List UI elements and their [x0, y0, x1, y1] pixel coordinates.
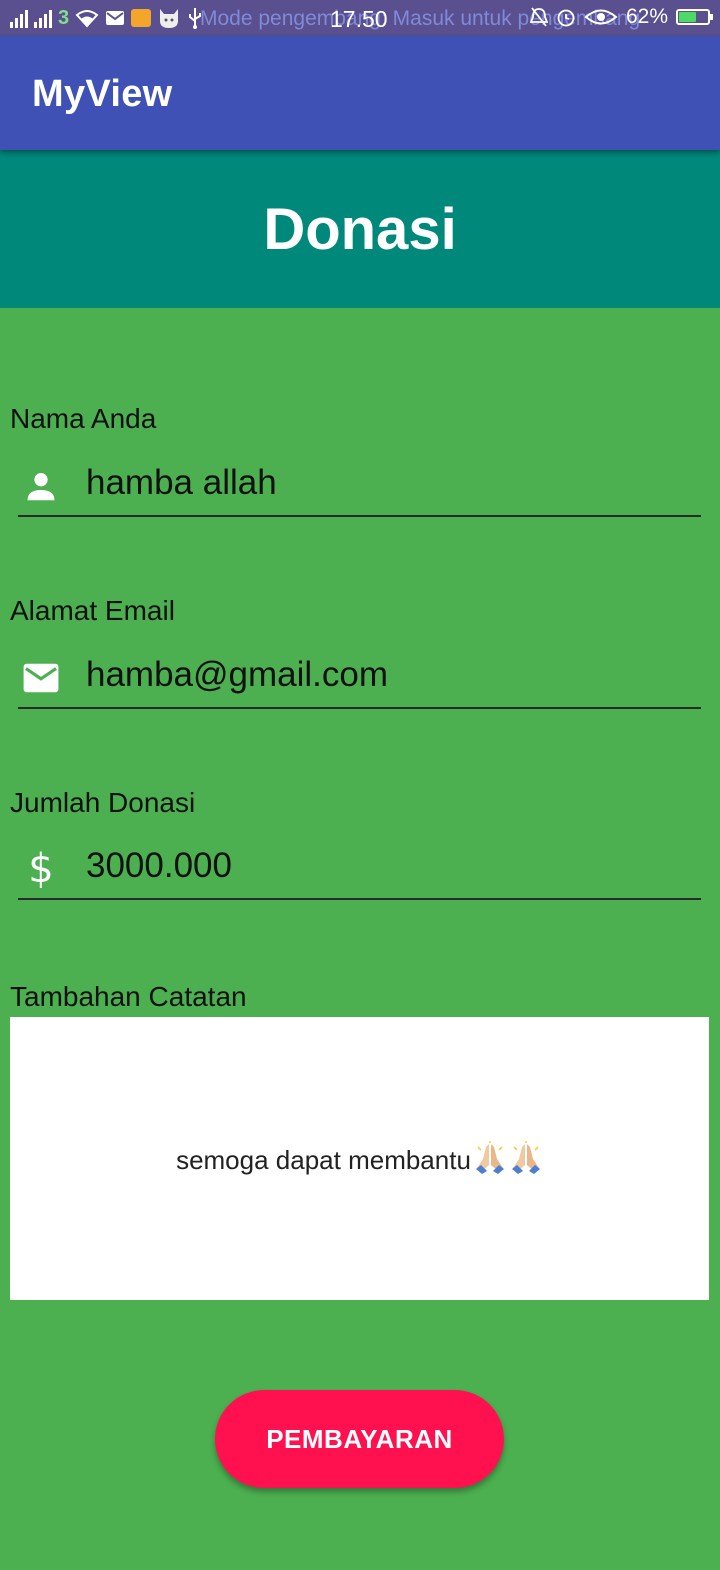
alarm-icon — [557, 9, 575, 27]
email-icon — [22, 659, 60, 697]
dollar-icon: $ — [28, 846, 54, 892]
status-bar: 3 Mode pengembang: Masuk untuk pengemban… — [0, 0, 720, 36]
amount-field[interactable]: $ 3000.000 — [18, 838, 701, 900]
cat-app-icon — [160, 9, 179, 28]
praying-hands-icon — [475, 1141, 504, 1174]
app-bar: MyView — [0, 36, 720, 150]
battery-percent: 62% — [625, 5, 668, 28]
email-field[interactable]: hamba@gmail.com — [18, 647, 701, 709]
person-icon — [22, 467, 60, 505]
email-input[interactable]: hamba@gmail.com — [86, 655, 388, 695]
app-notification-icon — [131, 9, 152, 27]
email-label: Alamat Email — [10, 595, 175, 626]
mobile-signal-icon — [34, 8, 52, 28]
name-input[interactable]: hamba allah — [86, 463, 277, 503]
page-title: Donasi — [263, 196, 457, 262]
notes-textarea[interactable]: semoga dapat membantu — [10, 1017, 709, 1300]
wifi-icon — [75, 10, 99, 28]
status-icons-left: 3 — [10, 6, 203, 30]
carrier-3-icon: 3 — [58, 6, 70, 29]
notes-label: Tambahan Catatan — [10, 981, 247, 1012]
status-icons-right: 62% — [529, 5, 713, 29]
notes-content: semoga dapat membantu — [176, 1141, 543, 1176]
amount-input[interactable]: 3000.000 — [86, 846, 232, 886]
mail-notification-icon — [106, 11, 125, 25]
page-header: Donasi — [0, 150, 720, 308]
pay-button[interactable]: PEMBAYARAN — [215, 1390, 504, 1488]
battery-fill — [679, 12, 697, 22]
notes-text: semoga dapat membantu — [176, 1145, 471, 1175]
status-time: 17.50 — [330, 6, 388, 32]
pay-button-label: PEMBAYARAN — [266, 1423, 453, 1454]
battery-icon — [676, 9, 713, 25]
name-label: Nama Anda — [10, 403, 157, 434]
silent-bell-icon — [529, 7, 548, 27]
praying-hands-icon — [511, 1141, 540, 1174]
sim-signal-icon — [10, 8, 28, 28]
eye-comfort-icon — [584, 9, 618, 25]
app-title: MyView — [32, 73, 173, 115]
amount-label: Jumlah Donasi — [10, 787, 196, 818]
name-field[interactable]: hamba allah — [18, 455, 701, 517]
